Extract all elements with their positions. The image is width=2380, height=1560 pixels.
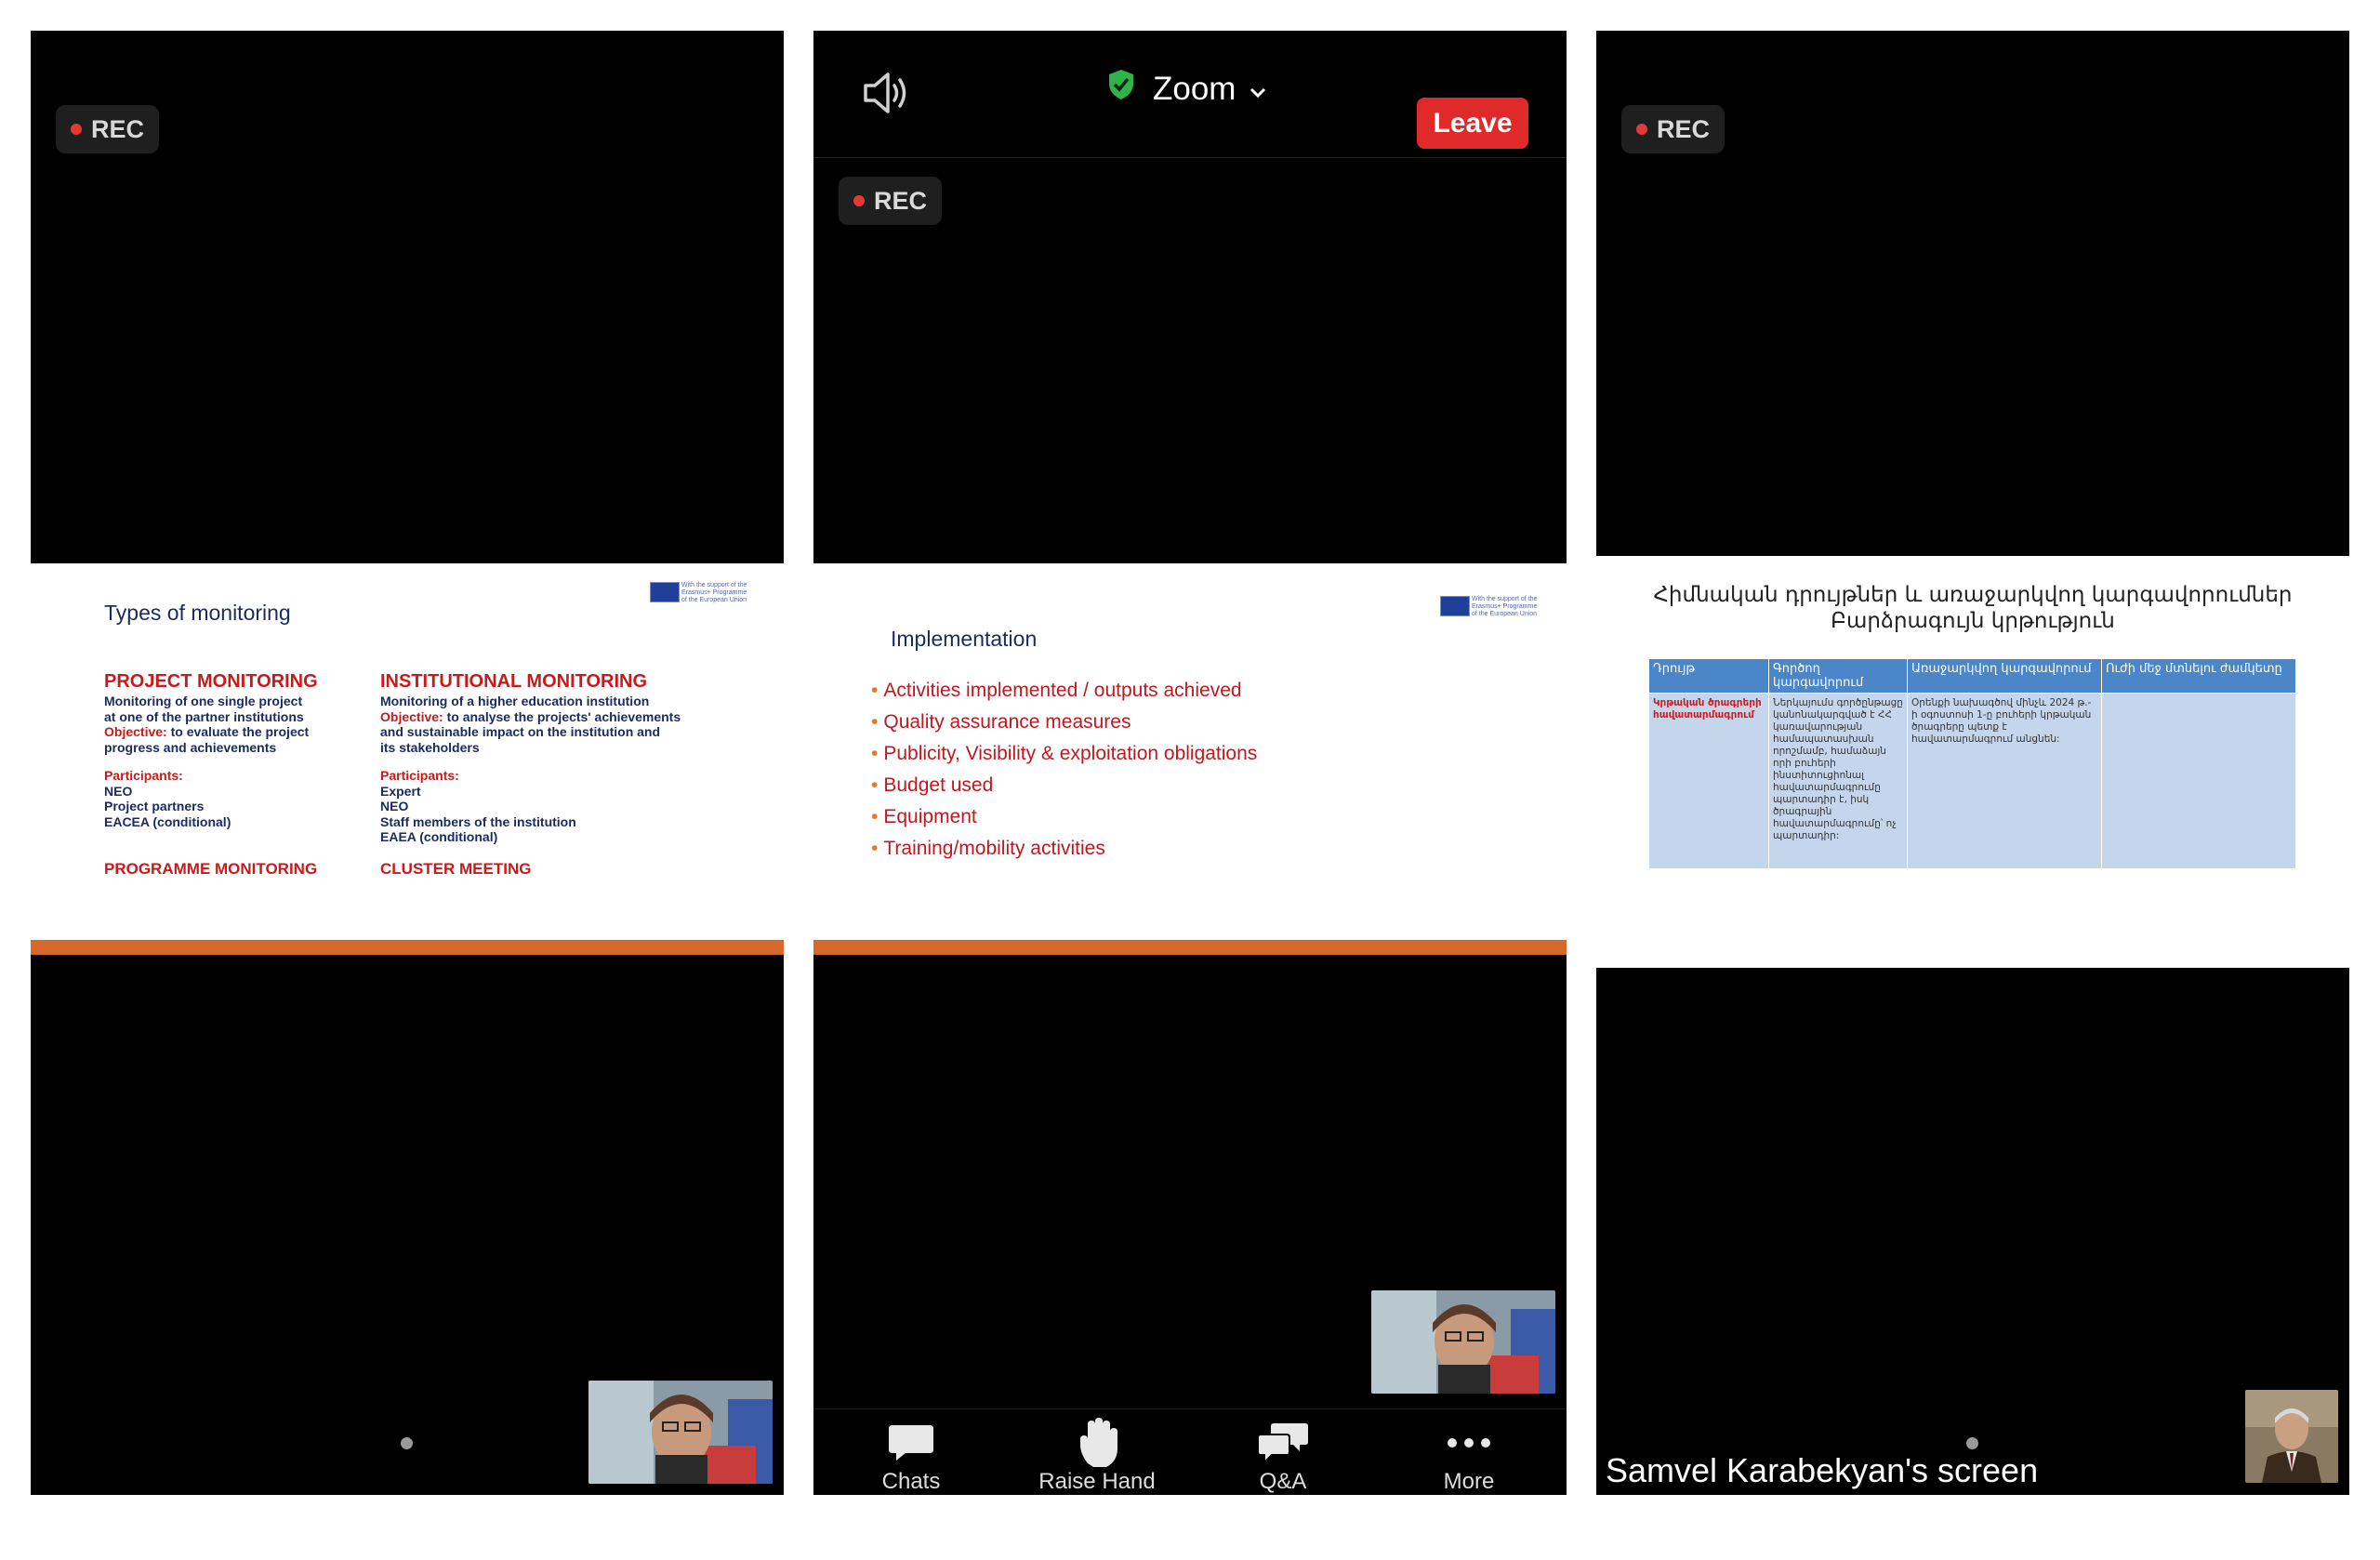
bullet-item: Training/mobility activities [871,833,1257,865]
qa-bubbles-icon [1209,1417,1357,1469]
shared-slide: With the support of the Erasmus+ Program… [31,563,784,940]
shield-check-icon [1106,68,1136,110]
raise-hand-label: Raise Hand [1038,1469,1156,1494]
eu-flag-icon [1440,596,1470,616]
table-cell: Կրթական ծրագրերի հավատարմագրում [1648,693,1769,869]
cluster-meeting-heading: CLUSTER MEETING [380,860,532,878]
slide-footer-bar [31,940,784,955]
shared-slide: Հիմնական դրույթներ և առաջարկվող կարգավոր… [1596,556,2349,968]
eu-flag-icon [650,582,680,602]
eu-support-text: With the support of the Erasmus+ Program… [681,582,747,603]
project-participants: Participants: NEO Project partners EACEA… [104,768,231,829]
participant-video-image [588,1381,773,1484]
speaker-icon[interactable] [860,70,912,121]
bullet-item: Budget used [871,770,1257,801]
table-header-cell: Առաջարկվող կարգավորում [1907,658,2102,694]
eu-support-text: With the support of the Erasmus+ Program… [1472,596,1538,617]
screen-share-name: Samvel Karabekyan's screen [1606,1451,2039,1489]
recording-badge: REC [1621,105,1726,153]
table-cell [2101,693,2296,869]
recording-label: REC [1657,114,1711,143]
video-panel-right[interactable]: REC Հիմնական դրույթներ և առաջարկվող կարգ… [1596,31,2349,1495]
institutional-monitoring-text: Monitoring of a higher education institu… [380,694,681,755]
slide-title: Implementation [891,627,1038,651]
chevron-down-icon [1249,71,1267,108]
chats-button[interactable]: Chats [837,1417,985,1495]
recording-label: REC [874,186,928,215]
table-row: Կրթական ծրագրերի հավատարմագրում Ներկայու… [1648,693,2296,869]
implementation-bullets: Activities implemented / outputs achieve… [871,675,1257,865]
slide-footer-bar [813,940,1567,955]
meeting-toolbar: Chats Raise Hand Q&A More [813,1408,1567,1495]
more-label: More [1443,1469,1495,1494]
bullet-item: Publicity, Visibility & exploitation obl… [871,738,1257,770]
leave-button[interactable]: Leave [1417,98,1528,149]
bullet-item: Equipment [871,801,1257,833]
record-dot-icon [853,195,865,206]
regulations-table: Դրույթ Գործող կարգավորում Առաջարկվող կար… [1648,658,2296,869]
qa-button[interactable]: Q&A [1209,1417,1357,1495]
participant-video-image [2245,1390,2338,1483]
recording-badge: REC [56,105,160,153]
slide-title: Types of monitoring [104,601,291,625]
raise-hand-button[interactable]: Raise Hand [1023,1417,1171,1495]
shared-slide: With the support of the Erasmus+ Program… [813,563,1567,940]
institutional-monitoring-heading: INSTITUTIONAL MONITORING [380,671,648,692]
recording-label: REC [91,114,145,143]
project-monitoring-heading: PROJECT MONITORING [104,671,318,692]
app-name-label: Zoom [1153,70,1236,107]
raise-hand-icon [1023,1417,1171,1469]
slide-title: Հիմնական դրույթներ և առաջարկվող կարգավոր… [1653,583,2293,633]
recording-badge: REC [839,177,943,225]
video-panel-center[interactable]: Zoom Leave REC With the support of the E… [813,31,1567,1495]
video-panel-left[interactable]: REC With the support of the Erasmus+ Pro… [31,31,784,1495]
participant-video-thumbnail[interactable] [2245,1390,2338,1483]
page-indicator-dot [1966,1437,1978,1449]
bullet-item: Quality assurance measures [871,707,1257,738]
chats-label: Chats [881,1469,941,1494]
institutional-participants: Participants: Expert NEO Staff members o… [380,768,576,844]
participant-video-image [1371,1290,1555,1394]
qa-label: Q&A [1259,1469,1307,1494]
page-indicator-dot [401,1437,413,1449]
chat-bubble-icon [837,1417,985,1469]
bullet-item: Activities implemented / outputs achieve… [871,675,1257,707]
table-header-cell: Դրույթ [1648,658,1769,694]
table-header-cell: Ուժի մեջ մտնելու ժամկետը [2101,658,2296,694]
participant-video-thumbnail[interactable] [588,1381,773,1484]
table-header-cell: Գործող կարգավորում [1768,658,1908,694]
programme-monitoring-heading: PROGRAMME MONITORING [104,860,318,878]
table-header-row: Դրույթ Գործող կարգավորում Առաջարկվող կար… [1648,658,2296,694]
more-dots-icon [1395,1417,1543,1469]
table-cell: Օրենքի նախագծով մինչև 2024 թ.-ի օգոստոսի… [1907,693,2102,869]
participant-video-thumbnail[interactable] [1371,1290,1555,1394]
more-button[interactable]: More [1395,1417,1543,1495]
zoom-menu[interactable]: Zoom [1106,68,1267,110]
table-cell: Ներկայումս գործընթացը կանոնակարգված է ՀՀ… [1768,693,1908,869]
project-monitoring-text: Monitoring of one single project at one … [104,694,310,755]
record-dot-icon [1636,124,1647,135]
record-dot-icon [71,124,82,135]
